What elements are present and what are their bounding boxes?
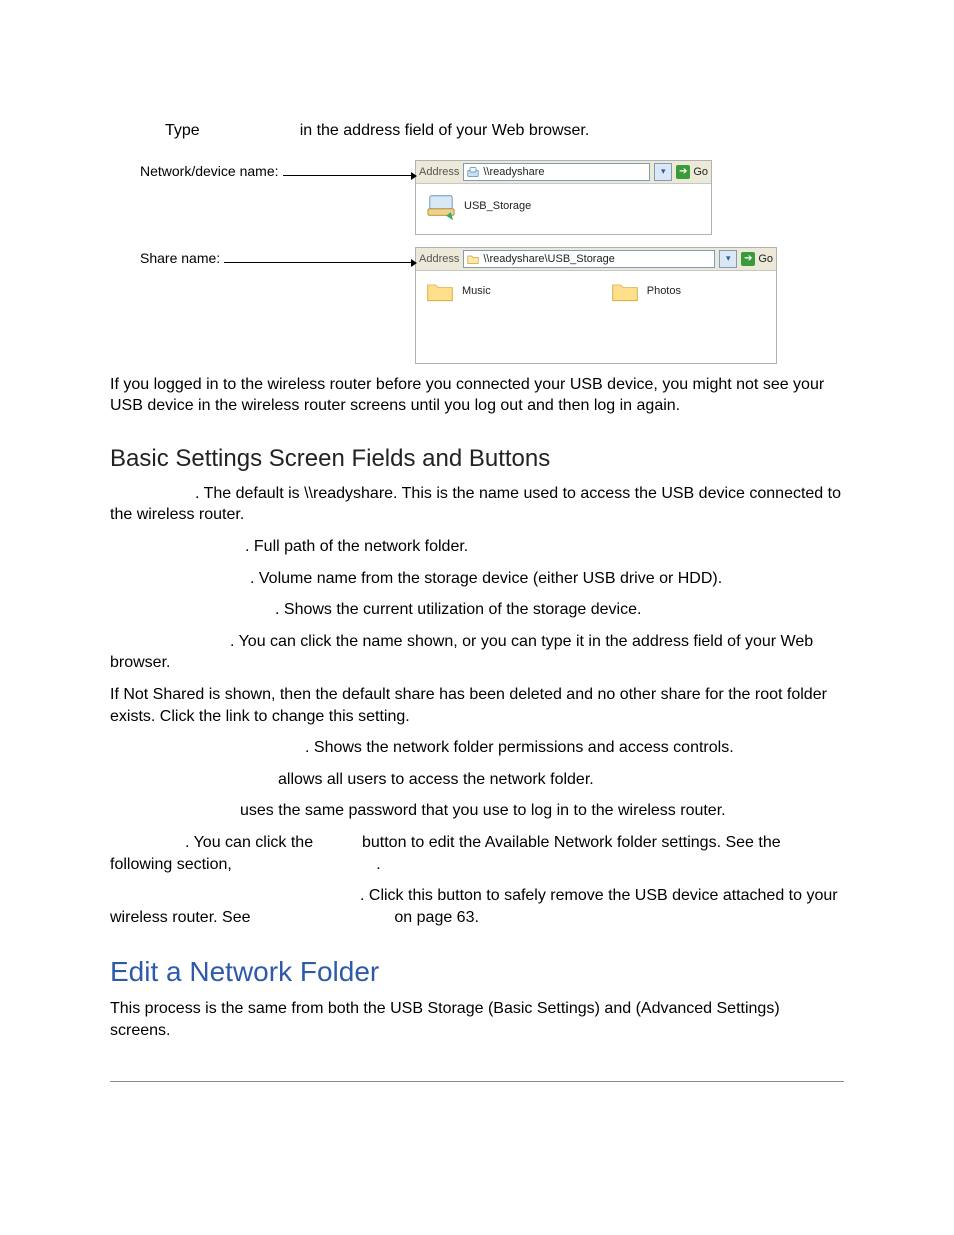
go-button[interactable]: ➔ Go [676,165,708,179]
address-input[interactable]: \\readyshare [463,163,650,181]
folder-path-icon [467,253,479,265]
folder-photos[interactable]: Photos [611,279,681,303]
type-rest-text: in the address field of your Web browser… [300,120,590,142]
paragraph-clickname: . You can click the name shown, or you c… [110,631,844,674]
paragraph-notshared: If Not Shared is shown, then the default… [110,684,844,727]
address-label: Address [419,253,459,265]
music-label: Music [462,285,491,297]
type-text: Type [165,120,200,142]
usb-storage-label: USB_Storage [464,200,531,212]
paragraph-allow: allows all users to access the network f… [110,769,844,791]
address-value: \\readyshare [483,166,544,178]
paragraph-edit-process: This process is the same from both the U… [110,998,844,1041]
share-path-icon [467,166,479,178]
paragraph-safely-remove: . Click this button to safely remove the… [110,885,844,928]
paragraph-permissions: . Shows the network folder permissions a… [110,737,844,759]
callout-network-device: Network/device name: [140,163,279,179]
go-label: Go [758,253,773,265]
explorer-window-1: Address \\readyshare ▾ ➔ Go [415,160,712,235]
go-button[interactable]: ➔ Go [741,252,773,266]
heading-edit-network-folder: Edit a Network Folder [110,956,844,988]
heading-basic-settings: Basic Settings Screen Fields and Buttons [110,445,844,473]
paragraph-utilization: . Shows the current utilization of the s… [110,599,844,621]
paragraph-folder: . Full path of the network folder. [110,536,844,558]
address-input[interactable]: \\readyshare\USB_Storage [463,250,715,268]
address-dropdown[interactable]: ▾ [719,250,737,268]
go-arrow-icon: ➔ [741,252,755,266]
usb-storage-item[interactable]: USB_Storage [426,192,531,220]
go-arrow-icon: ➔ [676,165,690,179]
folder-icon [426,279,454,303]
paragraph-network-device: . The default is \\readyshare. This is t… [110,483,844,526]
photos-label: Photos [647,285,681,297]
address-label: Address [419,166,459,178]
folder-icon [611,279,639,303]
address-value: \\readyshare\USB_Storage [483,253,614,265]
paragraph-edit: . You can click the button to edit the A… [110,832,844,875]
explorer-window-2: Address \\readyshare\USB_Storage ▾ ➔ Go [415,247,777,364]
address-dropdown[interactable]: ▾ [654,163,672,181]
callout-share-name: Share name: [140,250,220,266]
paragraph-login-note: If you logged in to the wireless router … [110,374,844,417]
go-label: Go [693,166,708,178]
paragraph-password: uses the same password that you use to l… [110,800,844,822]
network-drive-icon [426,192,456,220]
paragraph-volumename: . Volume name from the storage device (e… [110,568,844,590]
folder-music[interactable]: Music [426,279,491,303]
